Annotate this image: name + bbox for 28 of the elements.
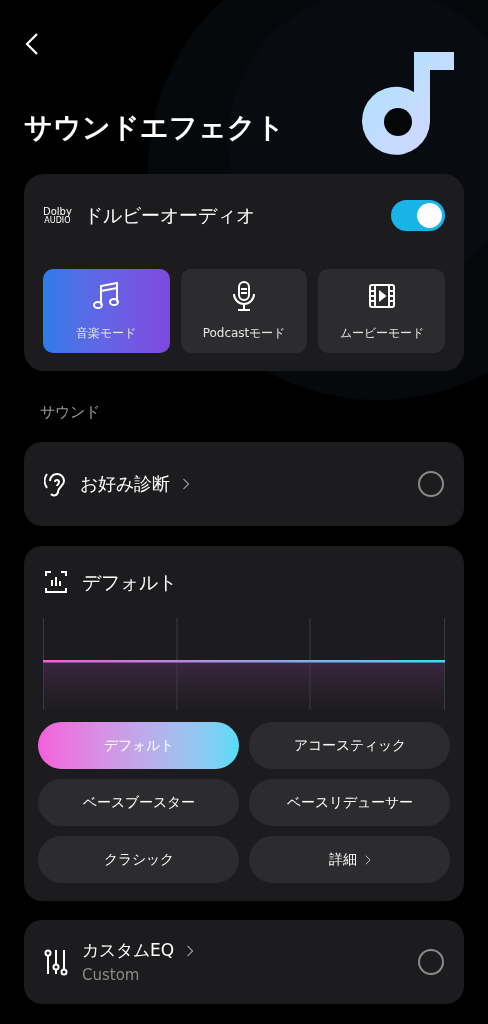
dolby-label: ドルビーオーディオ xyxy=(83,203,255,229)
preset-button[interactable]: 詳細 xyxy=(249,836,450,883)
page-title: サウンドエフェクト xyxy=(24,110,286,146)
section-label: サウンド xyxy=(40,402,101,423)
dolby-logo: Dolby AUDIO xyxy=(43,206,72,225)
custom-eq-title: カスタムEQ xyxy=(82,939,175,962)
chevron-icon xyxy=(364,854,371,865)
chevron-icon xyxy=(186,944,195,957)
mode-button[interactable]: 音楽モード xyxy=(43,269,170,353)
mode-button[interactable]: ムービーモード xyxy=(318,269,445,353)
preset-button[interactable]: アコースティック xyxy=(249,722,450,769)
preset-button[interactable]: ベースブースター xyxy=(38,779,239,826)
preference-card[interactable]: お好み診断 xyxy=(24,441,464,526)
custom-eq-subtitle: Custom xyxy=(82,964,141,986)
preset-button[interactable]: ベースリデューサー xyxy=(249,779,450,826)
eq-title: デフォルト xyxy=(82,569,177,595)
preference-label: お好み診断 xyxy=(80,472,170,496)
radio-button[interactable] xyxy=(418,470,444,497)
preset-button[interactable]: クラシック xyxy=(38,836,239,883)
sliders-icon xyxy=(44,948,68,976)
mode-button[interactable]: Podcastモード xyxy=(180,269,308,353)
equalizer-icon xyxy=(44,569,68,594)
microphone-icon xyxy=(230,280,258,312)
music-note-icon xyxy=(92,280,121,312)
chevron-icon xyxy=(182,477,190,490)
custom-eq-card[interactable]: カスタムEQ Custom xyxy=(24,920,464,1004)
dolby-toggle[interactable] xyxy=(391,200,445,231)
radio-button[interactable] xyxy=(418,949,444,975)
